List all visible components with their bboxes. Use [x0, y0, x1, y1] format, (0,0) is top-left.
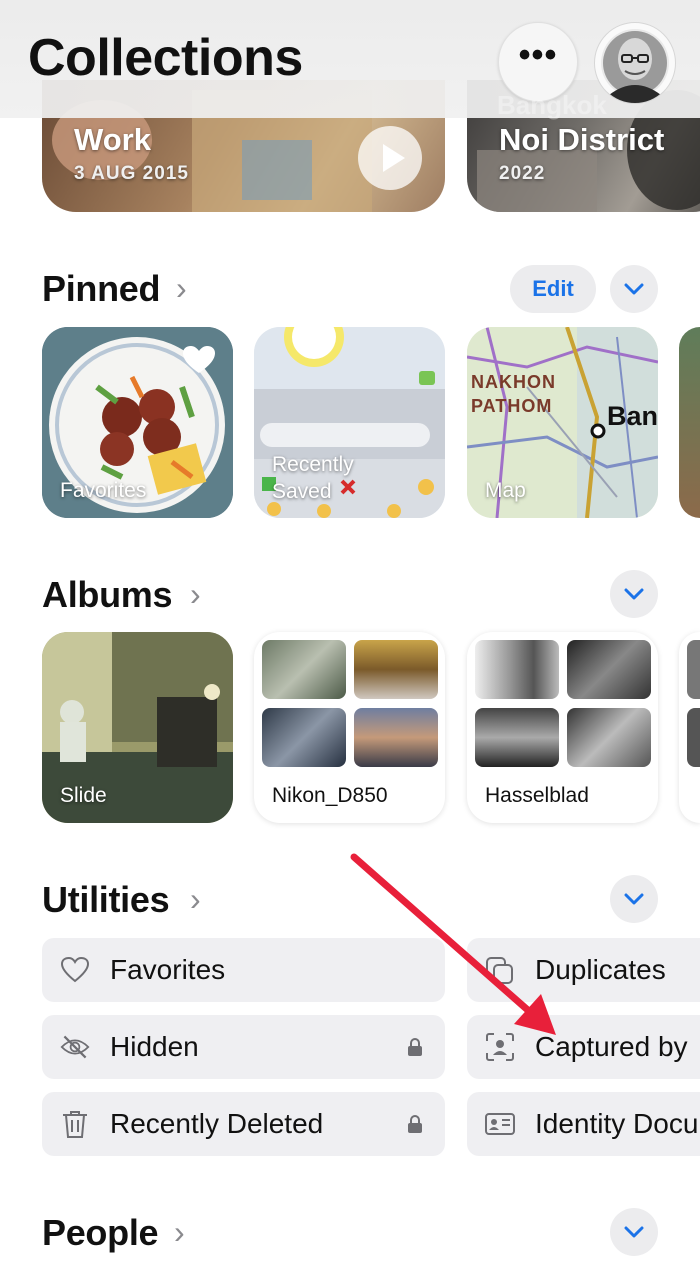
annotation-arrow: [350, 853, 556, 1035]
